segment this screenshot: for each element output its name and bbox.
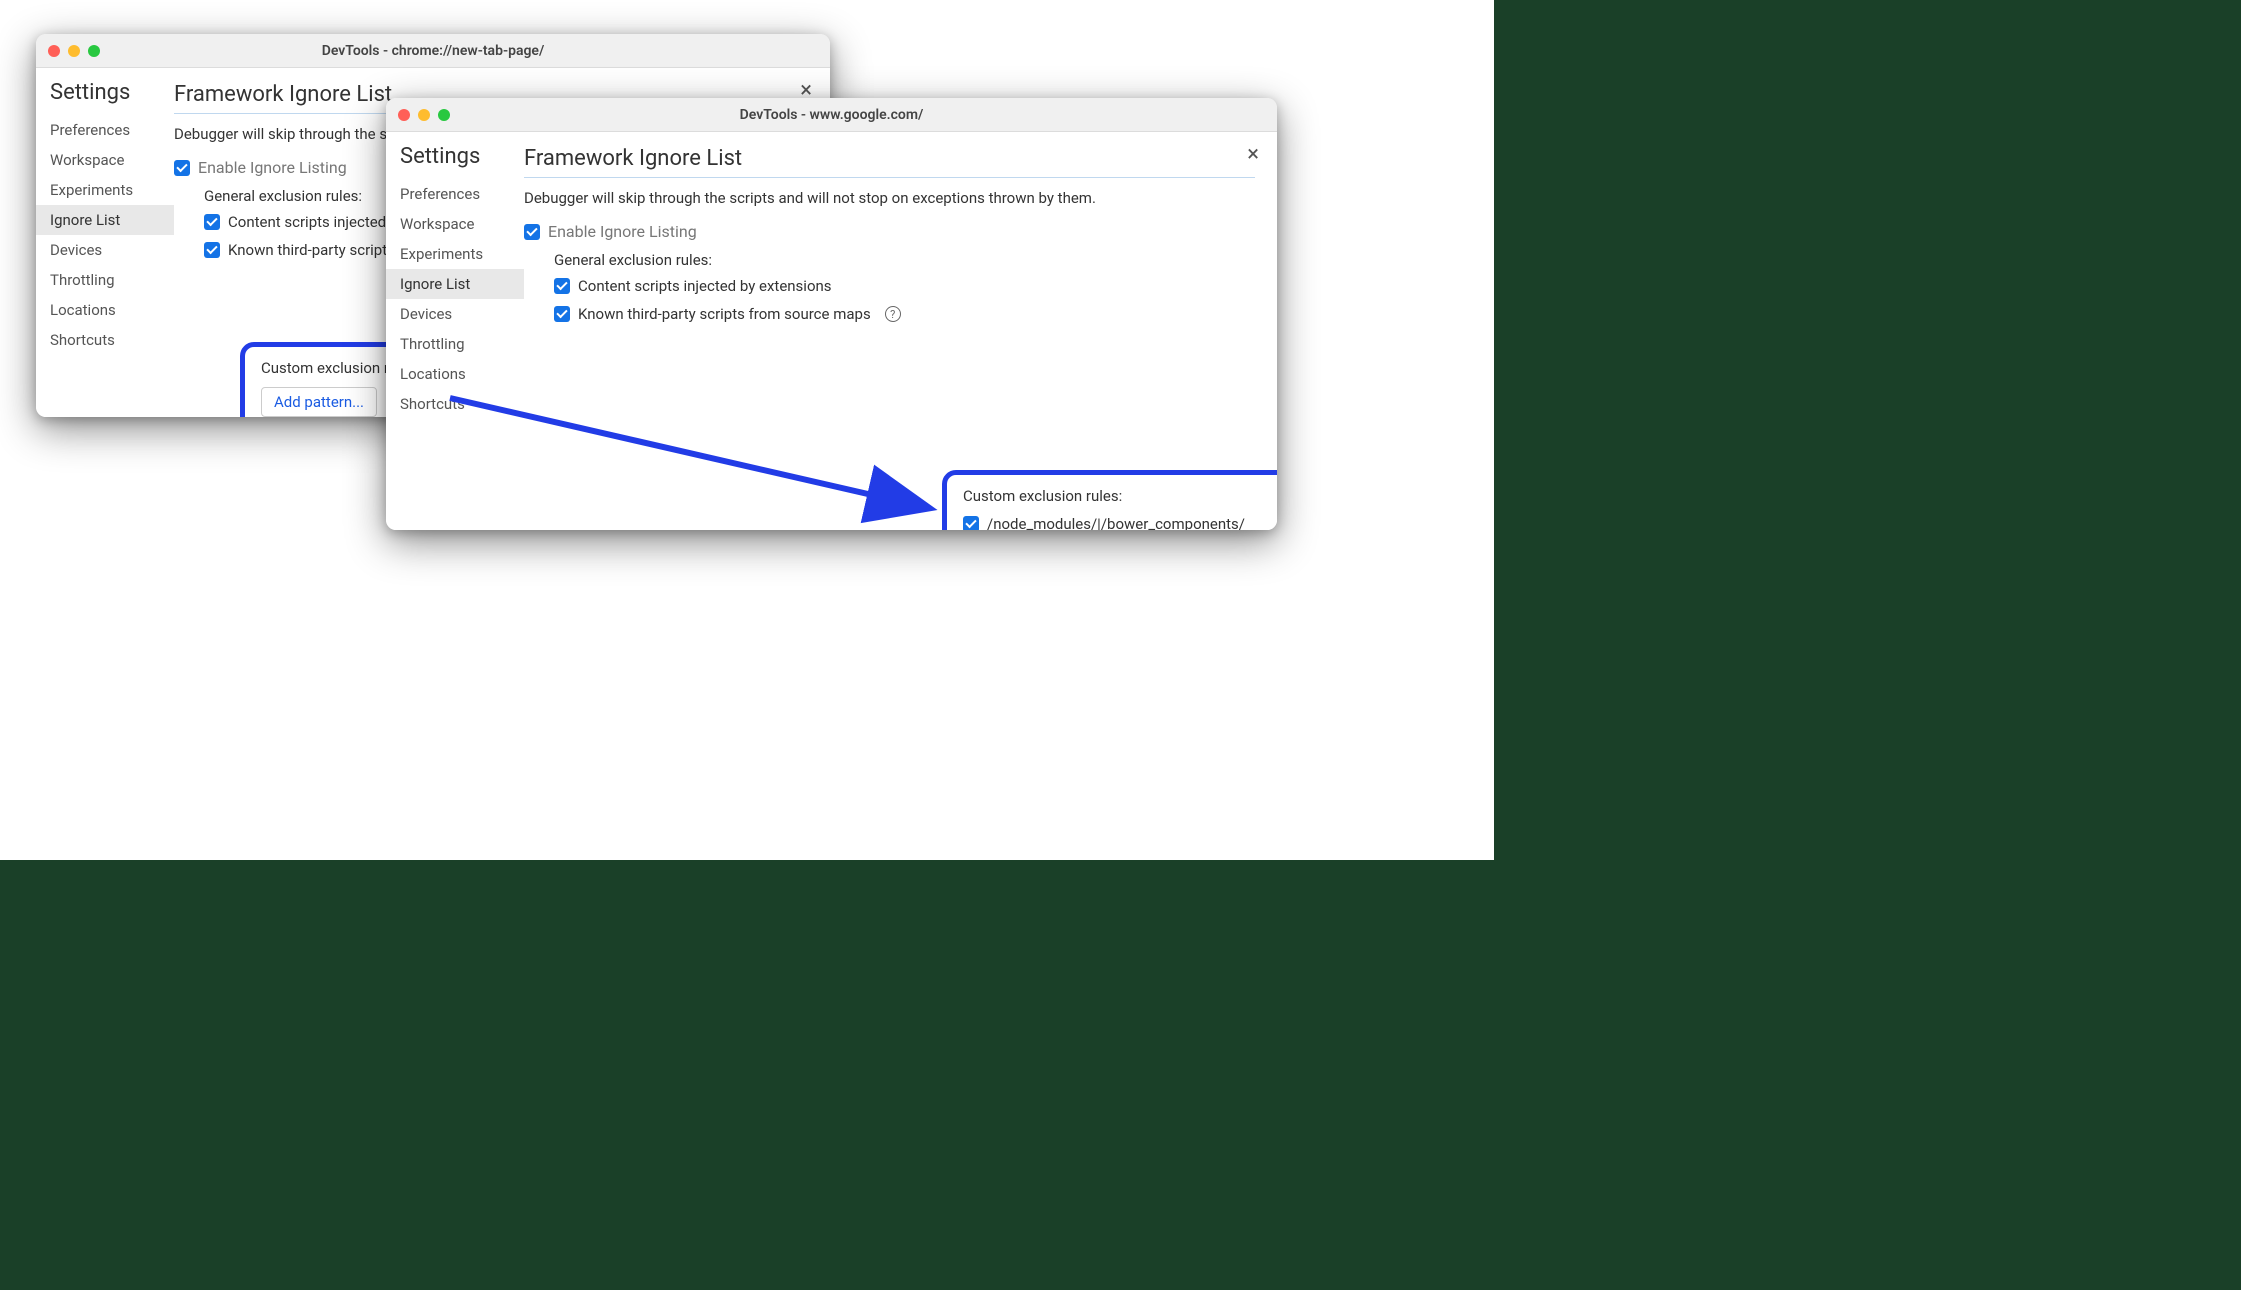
enable-ignore-listing-label: Enable Ignore Listing: [548, 222, 697, 241]
sidebar-item-preferences[interactable]: Preferences: [36, 115, 174, 145]
titlebar: DevTools - chrome://new-tab-page/: [36, 34, 830, 68]
custom-exclusion-heading: Custom exclusion rules:: [963, 487, 1277, 505]
settings-title: Settings: [36, 80, 174, 115]
sidebar-item-throttling[interactable]: Throttling: [36, 265, 174, 295]
close-icon[interactable]: ×: [1247, 144, 1259, 166]
close-window-button[interactable]: [398, 109, 410, 121]
third-party-row: Known third-party scripts from source ma…: [554, 305, 1255, 323]
settings-sidebar: Settings Preferences Workspace Experimen…: [36, 68, 174, 417]
traffic-lights: [48, 45, 100, 57]
custom-pattern-row: /node_modules/|/bower_components/: [963, 515, 1277, 530]
sidebar-item-workspace[interactable]: Workspace: [36, 145, 174, 175]
sidebar-item-shortcuts[interactable]: Shortcuts: [386, 389, 524, 419]
titlebar: DevTools - www.google.com/: [386, 98, 1277, 132]
content-scripts-label: Content scripts injected by extensions: [578, 277, 832, 295]
maximize-window-button[interactable]: [438, 109, 450, 121]
sidebar-item-ignore-list[interactable]: Ignore List: [36, 205, 174, 235]
third-party-checkbox[interactable]: [554, 306, 570, 322]
content-scripts-checkbox[interactable]: [204, 214, 220, 230]
help-icon[interactable]: ?: [885, 306, 901, 322]
sidebar-item-experiments[interactable]: Experiments: [36, 175, 174, 205]
enable-ignore-listing-label: Enable Ignore Listing: [198, 158, 347, 177]
sidebar-item-workspace[interactable]: Workspace: [386, 209, 524, 239]
enable-ignore-listing-checkbox[interactable]: [524, 224, 540, 240]
traffic-lights: [398, 109, 450, 121]
content-scripts-row: Content scripts injected by extensions: [554, 277, 1255, 295]
sidebar-item-ignore-list[interactable]: Ignore List: [386, 269, 524, 299]
enable-ignore-listing-row: Enable Ignore Listing: [524, 222, 1255, 241]
third-party-label: Known third-party scripts from source ma…: [578, 305, 871, 323]
window-title: DevTools - www.google.com/: [398, 107, 1265, 123]
settings-title: Settings: [386, 144, 524, 179]
enable-ignore-listing-checkbox[interactable]: [174, 160, 190, 176]
third-party-checkbox[interactable]: [204, 242, 220, 258]
custom-exclusion-callout: Custom exclusion rules: /node_modules/|/…: [942, 470, 1277, 530]
minimize-window-button[interactable]: [68, 45, 80, 57]
maximize-window-button[interactable]: [88, 45, 100, 57]
page-title: Framework Ignore List: [524, 146, 1255, 178]
page-description: Debugger will skip through the scripts a…: [524, 188, 1255, 208]
sidebar-item-experiments[interactable]: Experiments: [386, 239, 524, 269]
sidebar-item-locations[interactable]: Locations: [386, 359, 524, 389]
devtools-window-2: DevTools - www.google.com/ × Settings Pr…: [386, 98, 1277, 530]
custom-pattern-label: /node_modules/|/bower_components/: [987, 515, 1245, 530]
settings-sidebar: Settings Preferences Workspace Experimen…: [386, 132, 524, 530]
sidebar-item-devices[interactable]: Devices: [386, 299, 524, 329]
custom-pattern-checkbox[interactable]: [963, 516, 979, 530]
sidebar-item-locations[interactable]: Locations: [36, 295, 174, 325]
minimize-window-button[interactable]: [418, 109, 430, 121]
sidebar-item-preferences[interactable]: Preferences: [386, 179, 524, 209]
general-exclusion-heading: General exclusion rules:: [554, 251, 1255, 269]
close-window-button[interactable]: [48, 45, 60, 57]
content-scripts-checkbox[interactable]: [554, 278, 570, 294]
sidebar-item-throttling[interactable]: Throttling: [386, 329, 524, 359]
sidebar-item-shortcuts[interactable]: Shortcuts: [36, 325, 174, 355]
add-pattern-button[interactable]: Add pattern...: [261, 387, 377, 417]
sidebar-item-devices[interactable]: Devices: [36, 235, 174, 265]
window-title: DevTools - chrome://new-tab-page/: [48, 43, 818, 59]
